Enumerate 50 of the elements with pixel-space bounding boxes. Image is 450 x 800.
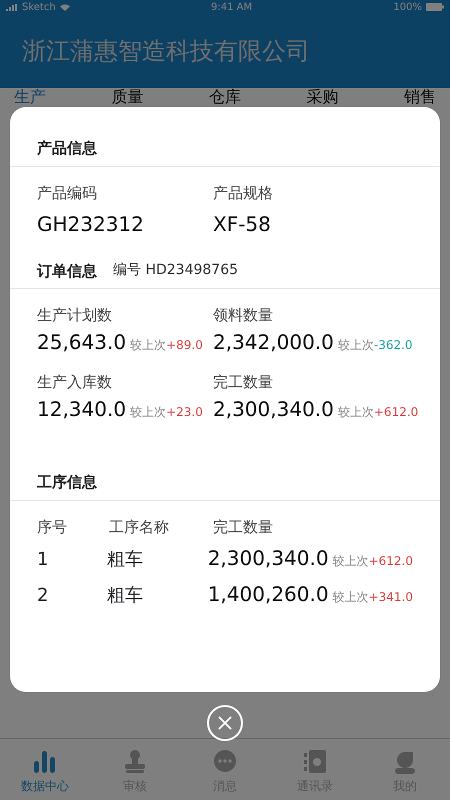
section-title: 工序信息 — [10, 471, 440, 500]
metric-value: 1,400,260.0 — [208, 582, 329, 606]
field-value: XF-58 — [213, 212, 272, 236]
metric-value: 25,643.0 — [37, 330, 126, 354]
order-number: 编号 HD23498765 — [113, 261, 238, 280]
close-button[interactable] — [207, 705, 243, 741]
close-icon — [217, 715, 233, 731]
wifi-icon — [60, 4, 70, 10]
table-cell-text: 1 — [37, 548, 50, 572]
field-label: 产品规格 — [213, 182, 274, 204]
compare-text: 较上次+341.0 — [332, 588, 413, 606]
carrier-name: Sketch — [22, 0, 56, 14]
compare-text: 较上次+23.0 — [130, 404, 203, 421]
status-time: 9:41 AM — [211, 0, 252, 14]
metric-value: 2,300,340.0 — [213, 397, 334, 421]
metric-label: 完工数量 — [213, 372, 274, 393]
section-title: 产品信息 — [10, 137, 440, 166]
metric-label: 生产计划数 — [37, 305, 113, 326]
field-label: 产品编码 — [37, 182, 98, 204]
column-header: 完工数量 — [213, 516, 273, 538]
metric-value: 12,340.0 — [37, 397, 126, 421]
battery-icon — [426, 3, 444, 11]
compare-text: 较上次+612.0 — [338, 404, 418, 421]
category-tab[interactable]: 仓库 — [209, 88, 241, 106]
compare-text: 较上次+89.0 — [130, 337, 203, 354]
field-value: GH232312 — [37, 212, 145, 236]
metric-label: 领料数量 — [213, 305, 274, 326]
compare-text: 较上次+612.0 — [332, 552, 413, 570]
stamp-icon — [122, 748, 148, 774]
signal-icon — [6, 4, 18, 10]
column-header: 序号 — [37, 516, 68, 538]
company-title: 浙江蒲惠智造科技有限公司 — [22, 36, 310, 67]
bar-chart-icon — [32, 748, 58, 774]
category-tab[interactable]: 销售 — [404, 88, 436, 106]
metric-value: 2,342,000.0 — [213, 330, 334, 354]
category-tab[interactable]: 采购 — [306, 88, 338, 106]
metric-value: 2,300,340.0 — [208, 546, 329, 570]
chat-bubble-icon — [212, 748, 238, 774]
metric-label: 生产入库数 — [37, 372, 113, 393]
section-title: 订单信息 — [37, 260, 97, 282]
table-cell-text: 粗车 — [106, 584, 144, 608]
category-tab[interactable]: 生产 — [14, 88, 46, 106]
table-cell-text: 2 — [37, 584, 50, 608]
compare-text: 较上次-362.0 — [338, 337, 413, 354]
nav-tab[interactable]: 数据中心 — [0, 739, 90, 800]
column-header: 工序名称 — [109, 516, 170, 538]
category-tab[interactable]: 质量 — [112, 88, 144, 106]
battery-percent: 100% — [393, 0, 422, 14]
table-cell-text: 粗车 — [106, 548, 144, 572]
contact-book-icon — [302, 748, 328, 774]
